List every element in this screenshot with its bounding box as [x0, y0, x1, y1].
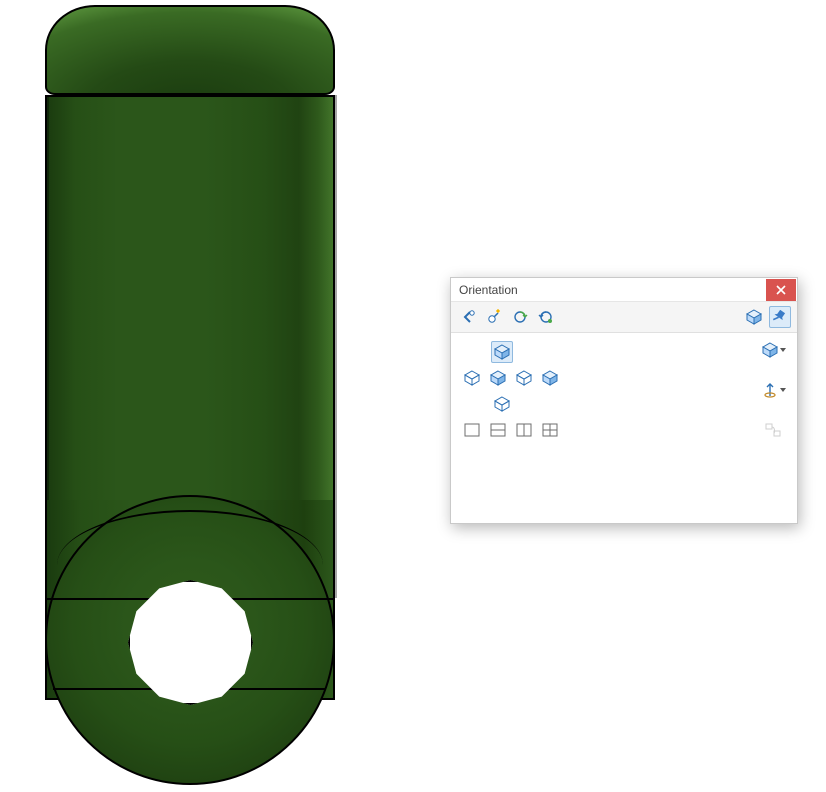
view-selector-button[interactable]	[743, 306, 765, 328]
trimetric-dropdown[interactable]	[779, 339, 787, 361]
reset-standard-views-button[interactable]	[535, 306, 557, 328]
prev-view-button[interactable]	[457, 306, 479, 328]
normal-to-dropdown[interactable]	[779, 379, 787, 401]
update-standard-views-button[interactable]	[509, 306, 531, 328]
pin-button[interactable]	[769, 306, 791, 328]
orientation-titlebar[interactable]: Orientation	[451, 278, 797, 302]
view-back-button[interactable]	[487, 367, 509, 389]
part-top-cap	[45, 5, 335, 95]
new-view-button[interactable]	[483, 306, 505, 328]
view-trimetric-button[interactable]	[759, 339, 781, 361]
viewport-two-vertical-button[interactable]	[513, 419, 535, 441]
close-button[interactable]	[766, 279, 796, 301]
view-front-button[interactable]	[461, 367, 483, 389]
viewport-single-button[interactable]	[461, 419, 483, 441]
normal-to-button[interactable]	[759, 379, 781, 401]
link-views-button	[762, 419, 784, 441]
orientation-toolbar	[451, 302, 797, 333]
view-top-button[interactable]	[491, 393, 513, 415]
view-isometric-button[interactable]	[491, 341, 513, 363]
viewport-two-horizontal-button[interactable]	[487, 419, 509, 441]
view-right-button[interactable]	[539, 367, 561, 389]
cad-part[interactable]	[45, 0, 335, 780]
view-left-button[interactable]	[513, 367, 535, 389]
orientation-body	[451, 333, 797, 523]
orientation-panel: Orientation	[450, 277, 798, 524]
orientation-title: Orientation	[451, 283, 766, 297]
part-boss	[45, 500, 335, 780]
viewport-four-button[interactable]	[539, 419, 561, 441]
